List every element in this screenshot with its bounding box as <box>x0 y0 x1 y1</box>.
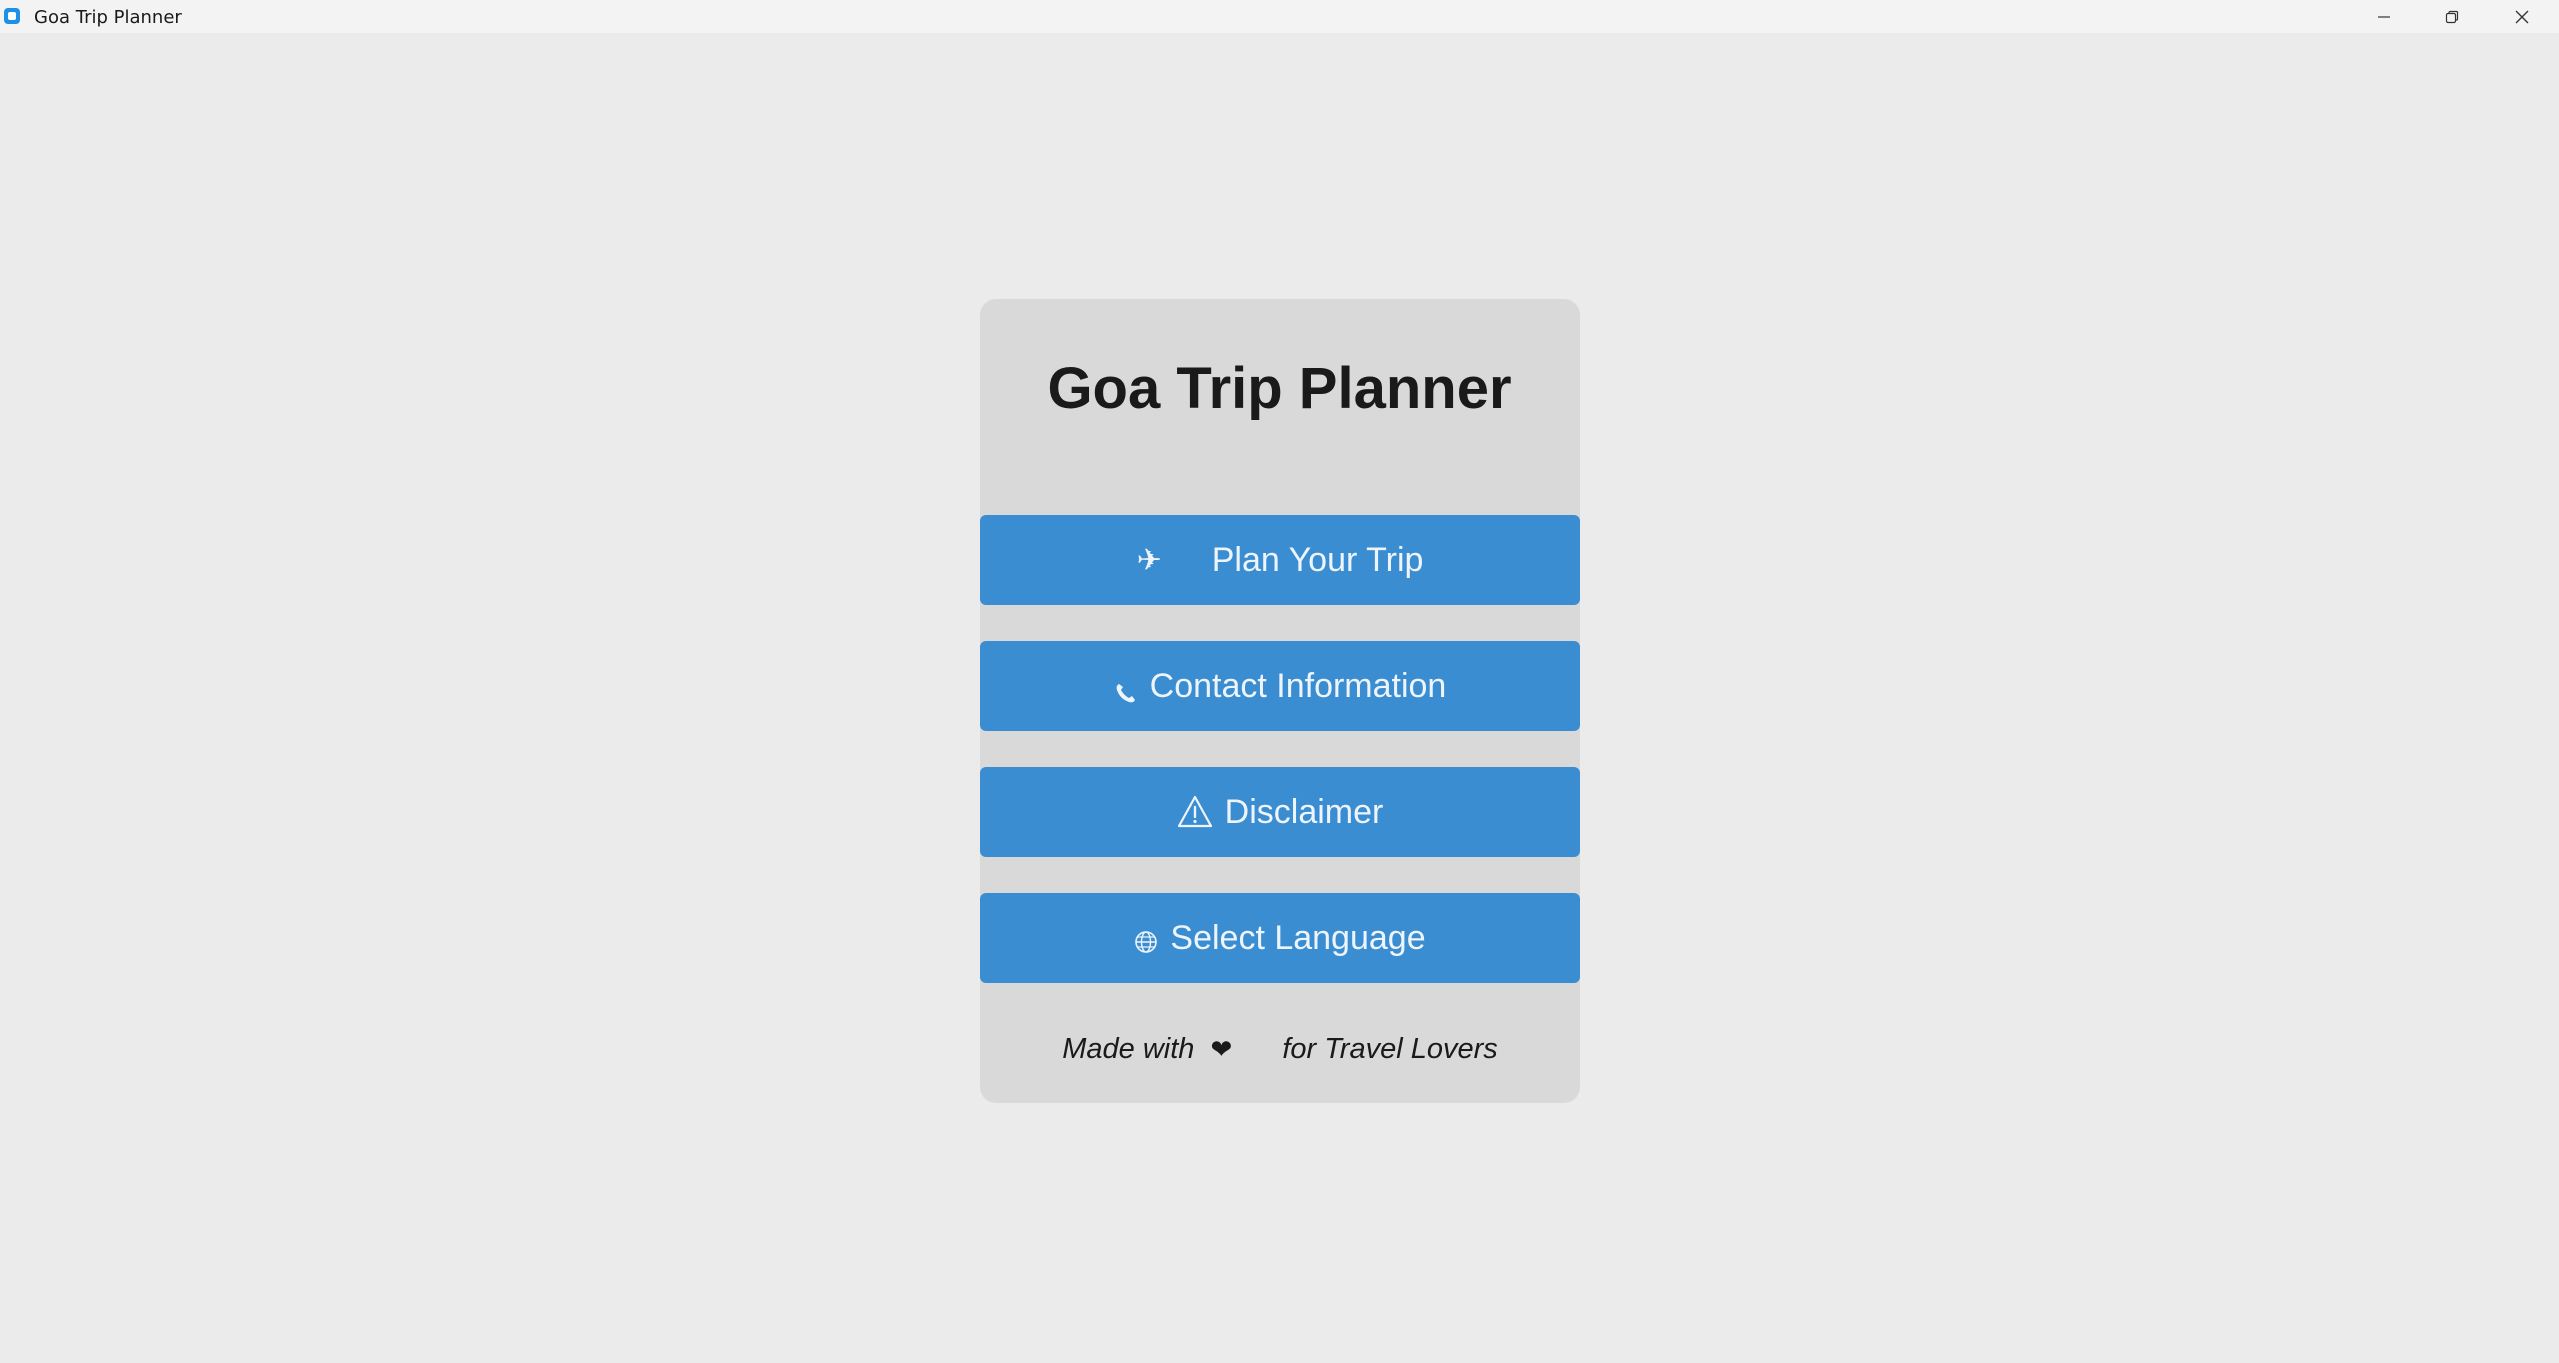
disclaimer-button[interactable]: Disclaimer <box>980 767 1580 857</box>
plan-your-trip-label: Plan Your Trip <box>1211 540 1424 579</box>
footer-tagline: Made with ❤ for Travel Lovers <box>980 1033 1580 1066</box>
plan-your-trip-button[interactable]: ✈ Plan Your Trip <box>980 515 1580 605</box>
globe-icon <box>1134 930 1158 954</box>
select-language-label: Select Language <box>1170 918 1426 957</box>
page-title: Goa Trip Planner <box>1047 356 1512 421</box>
restore-icon <box>2445 10 2459 23</box>
contact-information-button[interactable]: Contact Information <box>980 641 1580 731</box>
phone-icon <box>1114 681 1138 705</box>
app-icon <box>4 8 20 24</box>
disclaimer-label: Disclaimer <box>1224 792 1384 831</box>
airplane-icon: ✈ <box>1136 543 1162 577</box>
restore-button[interactable] <box>2418 0 2486 33</box>
select-language-button[interactable]: Select Language <box>980 893 1580 983</box>
footer-text-before: Made with <box>1062 1033 1195 1065</box>
minimize-button[interactable] <box>2350 0 2418 33</box>
window-titlebar: Goa Trip Planner <box>0 0 2559 33</box>
minimize-icon <box>2378 15 2390 18</box>
close-icon <box>2515 10 2529 23</box>
contact-information-label: Contact Information <box>1149 666 1447 705</box>
footer-text-after: for Travel Lovers <box>1282 1033 1498 1065</box>
close-button[interactable] <box>2488 0 2556 33</box>
window-title: Goa Trip Planner <box>34 7 182 28</box>
heart-icon: ❤ <box>1210 1034 1233 1064</box>
warning-icon <box>1177 795 1213 829</box>
